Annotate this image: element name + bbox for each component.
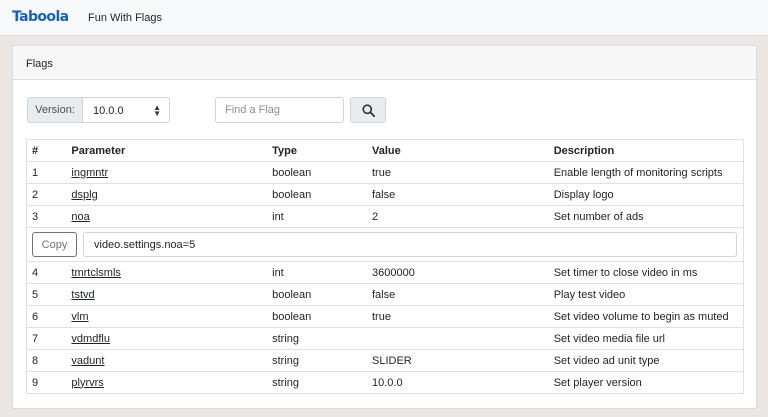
table-row: 6 vlm boolean true Set video volume to b… xyxy=(26,305,744,328)
card-title: Flags xyxy=(26,58,53,70)
row-description: Display logo xyxy=(553,183,744,206)
row-number: 9 xyxy=(26,371,72,394)
param-link[interactable]: plyrvrs xyxy=(71,377,103,389)
row-value xyxy=(372,327,554,350)
app-title[interactable]: Fun With Flags xyxy=(88,12,162,24)
param-link[interactable]: vdmdflu xyxy=(71,333,110,345)
row-type: boolean xyxy=(272,183,372,206)
row-number: 4 xyxy=(26,261,72,284)
table-row: 5 tstvd boolean false Play test video xyxy=(26,283,744,306)
table-row: 7 vdmdflu string Set video media file ur… xyxy=(26,327,744,350)
param-link[interactable]: vlm xyxy=(71,311,88,323)
version-label: Version: xyxy=(27,97,82,123)
row-value: SLIDER xyxy=(372,349,554,372)
row-type: boolean xyxy=(272,305,372,328)
search-button[interactable] xyxy=(350,97,386,123)
row-value: false xyxy=(372,283,554,306)
version-select[interactable]: 10.0.0 ▲ ▼ xyxy=(82,97,170,123)
row-type: string xyxy=(272,349,372,372)
param-link[interactable]: tmrtclsmls xyxy=(71,267,121,279)
row-description: Set video ad unit type xyxy=(553,349,744,372)
row-description: Set number of ads xyxy=(553,205,744,228)
table-row: 3 noa int 2 Set number of ads xyxy=(26,205,744,228)
magnifier-icon xyxy=(361,103,375,117)
row-description: Set player version xyxy=(553,371,744,394)
row-type: boolean xyxy=(272,283,372,306)
row-number: 2 xyxy=(26,183,72,206)
row-type: int xyxy=(272,261,372,284)
table-row: 1 ingmntr boolean true Enable length of … xyxy=(26,161,744,184)
table-row: 2 dsplg boolean false Display logo xyxy=(26,183,744,206)
row-value: true xyxy=(372,161,554,184)
find-flag-input[interactable] xyxy=(215,97,344,123)
table-row: 9 plyrvrs string 10.0.0 Set player versi… xyxy=(26,371,744,394)
flags-card: Flags Version: 10.0.0 ▲▼ # Parameter Typ… xyxy=(12,45,757,409)
table-row: 8 vadunt string SLIDER Set video ad unit… xyxy=(26,349,744,372)
param-link[interactable]: tstvd xyxy=(71,289,94,301)
row-description: Set video volume to begin as muted xyxy=(553,305,744,328)
param-link[interactable]: ingmntr xyxy=(71,167,108,179)
param-link[interactable]: dsplg xyxy=(71,189,97,201)
row-type: string xyxy=(272,371,372,394)
param-link[interactable]: noa xyxy=(71,211,89,223)
flags-table: # Parameter Type Value Description 1 ing… xyxy=(26,139,744,394)
row-type: boolean xyxy=(272,161,372,184)
updown-caret-icon: ▲ ▼ xyxy=(153,103,161,118)
version-group: Version: 10.0.0 ▲ ▼ xyxy=(27,97,170,123)
copy-group: Copy xyxy=(32,232,743,257)
row-description: Set timer to close video in ms xyxy=(553,261,744,284)
card-header: Flags xyxy=(13,46,756,80)
table-row: 4 tmrtclsmls int 3600000 Set timer to cl… xyxy=(26,261,744,284)
col-header-parameter: Parameter xyxy=(71,139,273,162)
table-header-row: # Parameter Type Value Description xyxy=(26,139,744,162)
row-value: 2 xyxy=(372,205,554,228)
row-number: 1 xyxy=(26,161,72,184)
row-number: 7 xyxy=(26,327,72,350)
row-type: int xyxy=(272,205,372,228)
row-value: true xyxy=(372,305,554,328)
copy-row: Copy xyxy=(26,227,744,262)
taboola-logo[interactable]: Taboola xyxy=(12,9,69,25)
version-selected-value: 10.0.0 xyxy=(93,105,124,117)
row-value: 10.0.0 xyxy=(372,371,554,394)
row-description: Enable length of monitoring scripts xyxy=(553,161,744,184)
row-number: 3 xyxy=(26,205,72,228)
col-header-value: Value xyxy=(372,139,554,162)
row-number: 5 xyxy=(26,283,72,306)
row-value: false xyxy=(372,183,554,206)
col-header-type: Type xyxy=(272,139,372,162)
col-header-description: Description xyxy=(553,139,744,162)
row-number: 6 xyxy=(26,305,72,328)
copy-button[interactable]: Copy xyxy=(32,232,77,257)
col-header-number: # xyxy=(26,139,72,162)
row-description: Play test video xyxy=(553,283,744,306)
param-link[interactable]: vadunt xyxy=(71,355,104,367)
row-description: Set video media file url xyxy=(553,327,744,350)
copy-value-field[interactable] xyxy=(83,232,737,257)
row-value: 3600000 xyxy=(372,261,554,284)
row-type: string xyxy=(272,327,372,350)
row-number: 8 xyxy=(26,349,72,372)
top-navbar: Taboola Fun With Flags xyxy=(0,0,768,36)
